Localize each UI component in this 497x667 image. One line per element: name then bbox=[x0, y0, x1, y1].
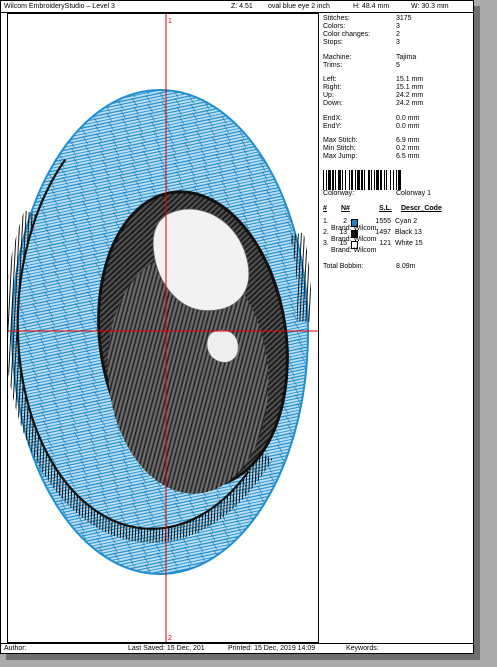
barcode-bar bbox=[390, 170, 391, 190]
barcode-bar bbox=[361, 170, 363, 190]
color-row-number: 15 bbox=[339, 240, 347, 247]
down-value: 24.2 mm bbox=[396, 100, 424, 107]
end-marker: 2 bbox=[168, 635, 172, 642]
barcode-bar bbox=[384, 170, 385, 190]
design-barcode bbox=[323, 170, 401, 190]
barcode-bar bbox=[351, 170, 353, 190]
stitches-value: 3175 bbox=[396, 15, 412, 22]
barcode-bar bbox=[326, 170, 327, 190]
endy-value: 0.0 mm bbox=[396, 123, 420, 130]
barcode-bar bbox=[349, 170, 350, 190]
endx-label: EndX: bbox=[323, 115, 343, 122]
color-changes-value: 2 bbox=[396, 31, 400, 38]
zoom-level: Z: 4.51 bbox=[231, 3, 253, 10]
barcode-bar bbox=[376, 170, 379, 190]
color-row-index: 3. bbox=[323, 240, 329, 247]
colorway-label: Colorway: bbox=[323, 190, 355, 197]
barcode-bar bbox=[335, 170, 336, 190]
col-header-sl: S.L. bbox=[379, 205, 392, 212]
total-bobbin-label: Total Bobbin: bbox=[323, 263, 364, 270]
barcode-bar bbox=[374, 170, 375, 190]
page-shadow-bottom bbox=[6, 654, 480, 660]
barcode-bar bbox=[371, 170, 372, 190]
color-row-stitch-length: 121 bbox=[379, 240, 391, 247]
max-jump-label: Max Jump: bbox=[323, 153, 358, 160]
col-header-desc: Descr_Code bbox=[401, 205, 442, 212]
barcode-bar bbox=[338, 170, 341, 190]
design-width: W: 30.3 mm bbox=[411, 3, 449, 10]
color-row-stitch-length: 1555 bbox=[375, 218, 391, 225]
printed-date: Printed: 15 Dec, 2019 14:09 bbox=[228, 645, 316, 652]
color-row-index: 1. bbox=[323, 218, 329, 225]
color-row-description: Black 13 bbox=[395, 229, 422, 236]
total-bobbin-value: 8.09m bbox=[396, 263, 416, 270]
barcode-bar bbox=[357, 170, 360, 190]
up-value: 24.2 mm bbox=[396, 92, 424, 99]
barcode-bar bbox=[386, 170, 387, 190]
machine-label: Machine: bbox=[323, 54, 352, 61]
color-row-stitch-length: 1497 bbox=[375, 229, 391, 236]
start-marker: 1 bbox=[168, 18, 172, 25]
page-header: Wilcom EmbroideryStudio – Level 3 Z: 4.5… bbox=[1, 1, 473, 13]
barcode-bar bbox=[393, 170, 394, 190]
barcode-bar bbox=[368, 170, 370, 190]
endx-value: 0.0 mm bbox=[396, 115, 420, 122]
barcode-bar bbox=[342, 170, 343, 190]
up-label: Up: bbox=[323, 92, 334, 99]
print-preview-page: Wilcom EmbroideryStudio – Level 3 Z: 4.5… bbox=[0, 0, 474, 654]
last-saved: Last Saved: 15 Dec, 201 bbox=[128, 645, 205, 652]
left-value: 15.1 mm bbox=[396, 76, 424, 83]
min-stitch-value: 0.2 mm bbox=[396, 145, 420, 152]
stops-value: 3 bbox=[396, 39, 400, 46]
machine-value: Tajima bbox=[396, 54, 417, 61]
trims-value: 5 bbox=[396, 62, 400, 69]
barcode-bar bbox=[355, 170, 356, 190]
design-info-panel: Stitches: 3175 Colors: 3 Color changes: … bbox=[319, 13, 473, 643]
colorway-value: Colorway 1 bbox=[396, 190, 432, 197]
design-preview-area: 1 2 bbox=[4, 13, 319, 643]
max-stitch-label: Max Stitch: bbox=[323, 137, 358, 144]
col-header-n: N# bbox=[341, 205, 350, 212]
barcode-bar bbox=[396, 170, 397, 190]
min-stitch-label: Min Stitch: bbox=[323, 145, 356, 152]
design-name: oval blue eye 2 inch bbox=[268, 3, 330, 10]
design-height: H: 48.4 mm bbox=[353, 3, 390, 10]
keywords-label: Keywords: bbox=[346, 645, 379, 652]
page-shadow-right bbox=[474, 6, 480, 660]
color-row-brand: Brand: Wilcom bbox=[331, 247, 377, 254]
colors-value: 3 bbox=[396, 23, 400, 30]
max-jump-value: 6.5 mm bbox=[396, 153, 420, 160]
col-header-num: # bbox=[323, 205, 327, 212]
barcode-bar bbox=[332, 170, 334, 190]
stops-label: Stops: bbox=[323, 39, 343, 46]
barcode-bar bbox=[398, 170, 401, 190]
stitches-label: Stitches: bbox=[323, 15, 350, 22]
barcode-bar bbox=[364, 170, 365, 190]
colors-label: Colors: bbox=[323, 23, 346, 30]
color-row-number: 13 bbox=[339, 229, 347, 236]
barcode-bar bbox=[328, 170, 331, 190]
barcode-bar bbox=[345, 170, 346, 190]
author-label: Author: bbox=[4, 645, 27, 652]
barcode-bar bbox=[323, 170, 324, 190]
down-label: Down: bbox=[323, 100, 343, 107]
trims-label: Trims: bbox=[323, 62, 343, 69]
color-row-description: Cyan 2 bbox=[395, 218, 418, 225]
right-value: 15.1 mm bbox=[396, 84, 424, 91]
color-row-index: 2. bbox=[323, 229, 329, 236]
color-row-description: White 15 bbox=[395, 240, 423, 247]
barcode-bar bbox=[380, 170, 382, 190]
page-footer: Author: Last Saved: 15 Dec, 201 Printed:… bbox=[1, 643, 473, 654]
left-label: Left: bbox=[323, 76, 337, 83]
color-row-number: 2 bbox=[343, 218, 347, 225]
max-stitch-value: 6.9 mm bbox=[396, 137, 420, 144]
embroidery-design: 1 2 bbox=[4, 14, 318, 642]
color-changes-label: Color changes: bbox=[323, 31, 371, 38]
endy-label: EndY: bbox=[323, 123, 342, 130]
app-title: Wilcom EmbroideryStudio – Level 3 bbox=[4, 3, 115, 10]
right-label: Right: bbox=[323, 84, 342, 91]
